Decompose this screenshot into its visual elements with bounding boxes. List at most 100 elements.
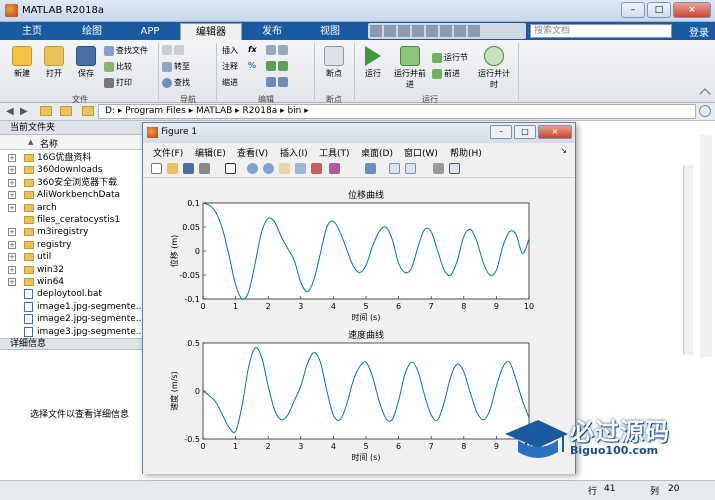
name-column-label[interactable]: 名称 [40,137,58,150]
file-list-item[interactable]: +360downloads [0,164,142,176]
tab-home[interactable]: 主页 [8,23,56,40]
collapse-ribbon-icon[interactable] [699,88,711,100]
tab-publish[interactable]: 发布 [246,23,298,40]
nav-back-icon[interactable] [162,45,186,55]
show-plot-tools-icon[interactable] [449,163,460,174]
pan-hand-icon[interactable] [279,163,290,174]
browse-folder-icon[interactable] [60,106,72,116]
qa-paste-icon[interactable] [412,25,424,37]
expand-icon[interactable]: + [8,166,16,175]
refresh-icon[interactable] [699,105,711,117]
file-list-item[interactable]: image3.jpg-segmente... [0,326,142,338]
expand-icon[interactable]: + [8,265,16,274]
menu-view[interactable]: 查看(V) [237,146,268,159]
brush-icon[interactable] [329,163,340,174]
file-list-item[interactable]: + win32 [0,264,142,276]
menu-insert[interactable]: 插入(I) [280,146,308,159]
search-input[interactable]: 搜索文档 [530,24,672,38]
open-file-icon[interactable] [167,163,178,174]
editor-scrollbar[interactable] [683,165,693,355]
tab-plots[interactable]: 绘图 [66,23,118,40]
file-list-item[interactable]: + registry [0,239,142,251]
file-list-item[interactable]: + m3iregistry [0,226,142,238]
expand-icon[interactable]: + [8,191,16,200]
zoom-out-icon[interactable] [263,163,274,174]
menu-desktop[interactable]: 桌面(D) [361,146,393,159]
zoom-in-icon[interactable] [247,163,258,174]
new-button[interactable]: 新建 [8,46,36,79]
workspace-scrollbar[interactable] [700,135,712,357]
menu-window[interactable]: 窗口(W) [404,146,438,159]
login-link[interactable]: 登录 [689,24,709,39]
path-input[interactable]: D: ▸ Program Files ▸ MATLAB ▸ R2018a ▸ b… [98,104,696,119]
tab-apps[interactable]: APP [124,23,176,40]
hide-plot-tools-icon[interactable] [433,163,444,174]
file-list-item[interactable]: + arch [0,202,142,214]
colorbar-icon[interactable] [389,163,400,174]
qa-copy-icon[interactable] [398,25,410,37]
indent-button[interactable]: 缩进 [222,77,238,88]
run-and-time-button[interactable]: 运行并计时 [476,46,512,90]
file-list-item[interactable]: + win64 [0,276,142,288]
run-section-button[interactable]: 运行节 [432,52,468,63]
print-figure-icon[interactable] [199,163,210,174]
file-list-item[interactable]: + util [0,251,142,263]
rotate-3d-icon[interactable] [295,163,306,174]
find-button[interactable]: 查找 [162,77,190,88]
run-advance-button[interactable]: 运行并前进 [392,46,428,90]
file-list-item[interactable]: + AliWorkbenchData [0,189,142,201]
figure-close-button[interactable]: × [538,125,572,139]
dock-arrow-icon[interactable]: ↘ [560,146,567,155]
menu-edit[interactable]: 编辑(E) [195,146,226,159]
select-arrow-icon[interactable] [225,163,236,174]
qa-switch-icon[interactable] [454,25,466,37]
insert-button[interactable]: 插入 [222,45,238,56]
figure-maximize-button[interactable]: □ [514,125,536,139]
file-list-item[interactable]: +360安全浏览器下载 [0,177,142,189]
save-figure-icon[interactable] [183,163,194,174]
expand-icon[interactable]: + [8,240,16,249]
insert-section-icon[interactable] [266,45,290,55]
link-plot-icon[interactable] [365,163,376,174]
minimize-button[interactable]: – [621,2,645,18]
wrap-comment-icon[interactable] [266,61,290,71]
advance-button[interactable]: 前进 [432,68,460,79]
up-folder-icon[interactable] [40,106,52,116]
qa-help-icon[interactable] [468,25,480,37]
goto-button[interactable]: 转至 [162,61,190,72]
qa-cut-icon[interactable] [384,25,396,37]
print-button[interactable]: 打印 [104,77,132,88]
comment-percent-button[interactable]: % [248,61,256,70]
qa-save-icon[interactable] [370,25,382,37]
legend-icon[interactable] [405,163,416,174]
expand-icon[interactable]: + [8,178,16,187]
tab-editor[interactable]: 编辑器 [180,23,242,40]
figure-minimize-button[interactable]: – [490,125,512,139]
run-button[interactable]: 运行 [358,46,388,79]
file-list-item[interactable]: image2.jpg-segmente... [0,313,142,325]
file-list-item[interactable]: image1.jpg-segmente... [0,301,142,313]
menu-file[interactable]: 文件(F) [153,146,183,159]
indent-icons[interactable] [266,77,290,87]
file-list-item[interactable]: +16G优盘资料 [0,152,142,164]
expand-icon[interactable]: + [8,228,16,237]
maximize-button[interactable]: □ [647,2,671,18]
forward-arrow-icon[interactable]: ▶ [20,106,28,117]
tab-view[interactable]: 视图 [304,23,356,40]
qa-undo-icon[interactable] [426,25,438,37]
expand-icon[interactable]: + [8,203,16,212]
open-button[interactable]: 打开 [40,46,68,79]
compare-button[interactable]: 比较 [104,61,132,72]
breakpoints-button[interactable]: 断点 [318,46,350,79]
expand-icon[interactable]: + [8,154,16,162]
save-button[interactable]: 保存 [72,46,100,79]
find-files-button[interactable]: 查找文件 [104,45,148,56]
comment-button[interactable]: 注释 [222,61,238,72]
fx-button[interactable]: fx [248,45,257,54]
menu-help[interactable]: 帮助(H) [450,146,482,159]
data-cursor-icon[interactable] [311,163,322,174]
file-list-item[interactable]: deploytool.bat [0,288,142,300]
expand-icon[interactable]: + [8,253,16,262]
file-list-item[interactable]: files_ceratocystis1 [0,214,142,226]
close-button[interactable]: × [673,2,711,18]
